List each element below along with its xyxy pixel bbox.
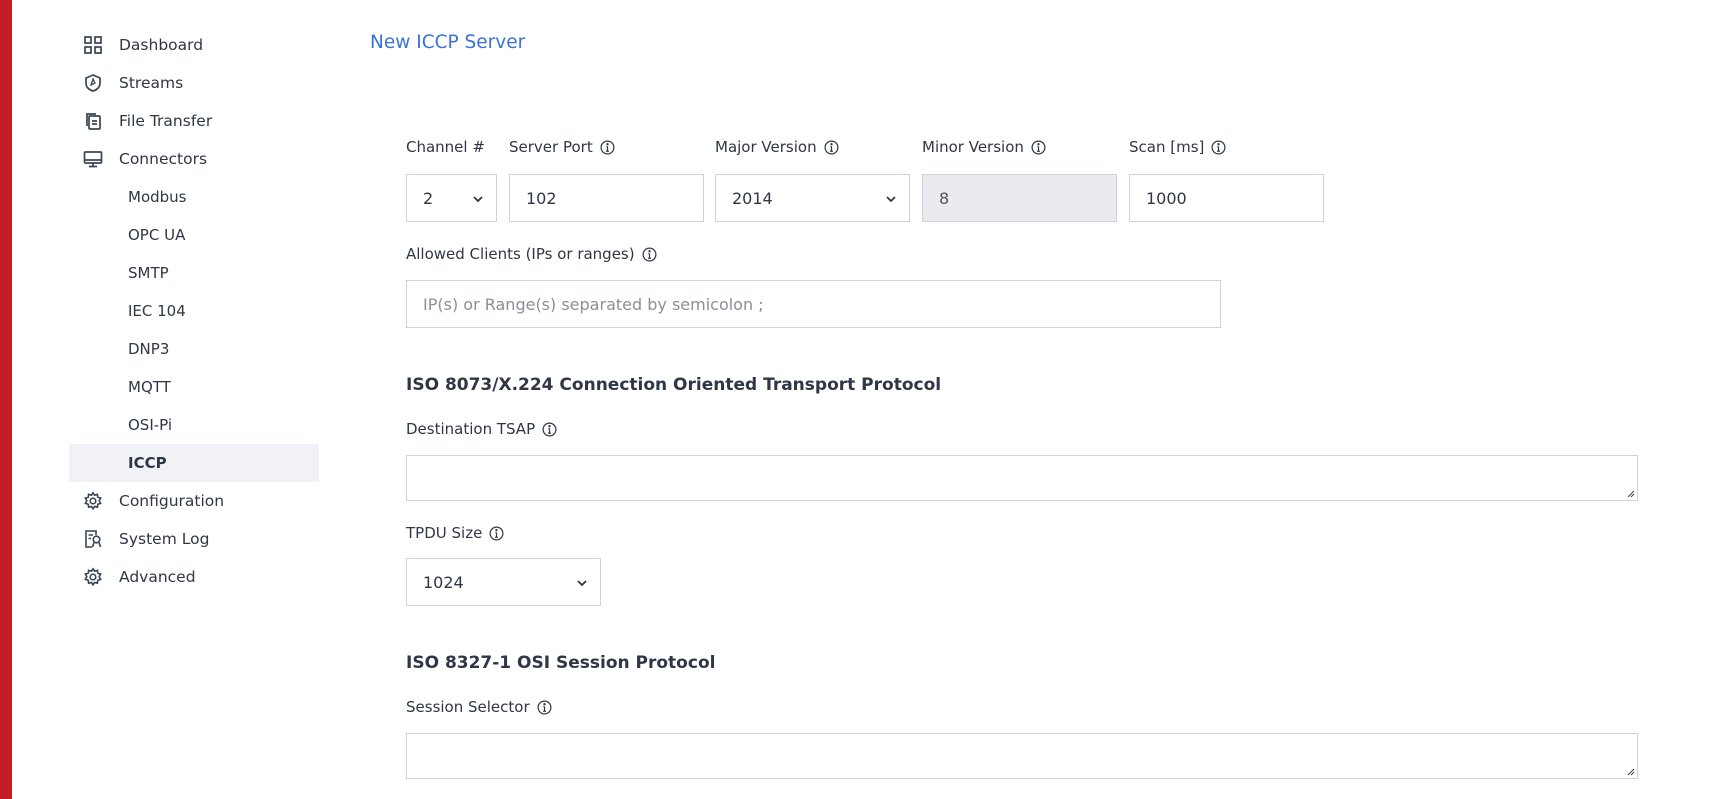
info-icon[interactable] bbox=[1211, 140, 1226, 155]
sidebar-item-dnp3[interactable]: DNP3 bbox=[69, 330, 319, 368]
sidebar-item-label: Connectors bbox=[119, 150, 208, 168]
server-port-label: Server Port bbox=[509, 138, 615, 156]
minor-version-label: Minor Version bbox=[922, 138, 1046, 156]
major-version-label-text: Major Version bbox=[715, 138, 817, 156]
transport-section-heading: ISO 8073/X.224 Connection Oriented Trans… bbox=[406, 375, 942, 395]
sidebar-item-label: Advanced bbox=[119, 568, 196, 586]
channel-label: Channel # bbox=[406, 138, 485, 156]
resize-handle-icon[interactable] bbox=[1625, 766, 1635, 776]
info-icon[interactable] bbox=[1031, 140, 1046, 155]
sidebar-item-label: IEC 104 bbox=[128, 302, 186, 320]
info-icon[interactable] bbox=[542, 422, 557, 437]
sidebar-item-label: Configuration bbox=[119, 492, 225, 510]
sidebar-item-smtp[interactable]: SMTP bbox=[69, 254, 319, 292]
shield-icon bbox=[85, 74, 101, 92]
server-port-value: 102 bbox=[526, 188, 557, 208]
server-port-input[interactable]: 102 bbox=[509, 174, 704, 222]
scan-label: Scan [ms] bbox=[1129, 138, 1226, 156]
info-icon[interactable] bbox=[824, 140, 839, 155]
chevron-down-icon bbox=[473, 196, 483, 203]
dashboard-icon bbox=[84, 36, 102, 54]
sidebar: Dashboard Streams File Transfer Connecto… bbox=[69, 26, 319, 596]
sidebar-item-osi-pi[interactable]: OSI-Pi bbox=[69, 406, 319, 444]
minor-version-input: 8 bbox=[922, 174, 1117, 222]
server-port-label-text: Server Port bbox=[509, 138, 593, 156]
channel-value: 2 bbox=[423, 188, 434, 208]
info-icon[interactable] bbox=[537, 700, 552, 715]
main-content: New ICCP Server Channel # Server Port Ma… bbox=[370, 0, 1710, 799]
major-version-select[interactable]: 2014 bbox=[715, 174, 910, 222]
scan-input[interactable]: 1000 bbox=[1129, 174, 1324, 222]
chevron-down-icon bbox=[886, 196, 896, 203]
brand-bar bbox=[0, 0, 12, 799]
allowed-clients-placeholder: IP(s) or Range(s) separated by semicolon… bbox=[423, 294, 764, 314]
log-icon bbox=[85, 530, 102, 548]
sidebar-item-modbus[interactable]: Modbus bbox=[69, 178, 319, 216]
channel-select[interactable]: 2 bbox=[406, 174, 497, 222]
info-icon[interactable] bbox=[600, 140, 615, 155]
gear-icon bbox=[84, 491, 102, 511]
destination-tsap-label-text: Destination TSAP bbox=[406, 420, 536, 438]
tpdu-size-select[interactable]: 1024 bbox=[406, 558, 601, 606]
scan-label-text: Scan [ms] bbox=[1129, 138, 1205, 156]
info-icon[interactable] bbox=[642, 247, 657, 262]
minor-version-label-text: Minor Version bbox=[922, 138, 1024, 156]
sidebar-item-label: System Log bbox=[119, 530, 210, 548]
sidebar-item-advanced[interactable]: Advanced bbox=[69, 558, 319, 596]
sidebar-item-streams[interactable]: Streams bbox=[69, 64, 319, 102]
destination-tsap-textarea[interactable] bbox=[406, 455, 1638, 501]
allowed-clients-label-text: Allowed Clients (IPs or ranges) bbox=[406, 245, 635, 263]
sidebar-item-label: Streams bbox=[119, 74, 184, 92]
sidebar-item-label: DNP3 bbox=[128, 340, 170, 358]
sidebar-item-dashboard[interactable]: Dashboard bbox=[69, 26, 319, 64]
sidebar-item-mqtt[interactable]: MQTT bbox=[69, 368, 319, 406]
sidebar-item-label: SMTP bbox=[128, 264, 169, 282]
sidebar-item-configuration[interactable]: Configuration bbox=[69, 482, 319, 520]
chevron-down-icon bbox=[577, 580, 587, 587]
sidebar-item-label: OSI-Pi bbox=[128, 416, 173, 434]
tpdu-size-label-text: TPDU Size bbox=[406, 524, 483, 542]
minor-version-value: 8 bbox=[939, 188, 950, 208]
sidebar-item-connectors[interactable]: Connectors bbox=[69, 140, 319, 178]
sidebar-item-system-log[interactable]: System Log bbox=[69, 520, 319, 558]
channel-label-text: Channel # bbox=[406, 138, 485, 156]
tpdu-size-value: 1024 bbox=[423, 572, 464, 592]
info-icon[interactable] bbox=[489, 526, 504, 541]
files-icon bbox=[86, 113, 101, 130]
scan-value: 1000 bbox=[1146, 188, 1187, 208]
sidebar-item-file-transfer[interactable]: File Transfer bbox=[69, 102, 319, 140]
sidebar-item-label: OPC UA bbox=[128, 226, 186, 244]
session-selector-label: Session Selector bbox=[406, 698, 552, 716]
destination-tsap-label: Destination TSAP bbox=[406, 420, 557, 438]
sidebar-item-label: ICCP bbox=[128, 454, 167, 472]
sidebar-item-label: Dashboard bbox=[119, 36, 204, 54]
monitor-icon bbox=[83, 151, 103, 168]
sidebar-item-iec-104[interactable]: IEC 104 bbox=[69, 292, 319, 330]
sidebar-item-iccp[interactable]: ICCP bbox=[69, 444, 319, 482]
sidebar-item-label: Modbus bbox=[128, 188, 187, 206]
gear-icon bbox=[84, 567, 102, 587]
sidebar-item-opc-ua[interactable]: OPC UA bbox=[69, 216, 319, 254]
major-version-value: 2014 bbox=[732, 188, 773, 208]
session-selector-label-text: Session Selector bbox=[406, 698, 530, 716]
session-selector-textarea[interactable] bbox=[406, 733, 1638, 779]
allowed-clients-input[interactable]: IP(s) or Range(s) separated by semicolon… bbox=[406, 280, 1221, 328]
sidebar-item-label: MQTT bbox=[128, 378, 171, 396]
sidebar-item-label: File Transfer bbox=[119, 112, 213, 130]
session-section-heading: ISO 8327-1 OSI Session Protocol bbox=[406, 653, 716, 673]
allowed-clients-label: Allowed Clients (IPs or ranges) bbox=[406, 245, 657, 263]
major-version-label: Major Version bbox=[715, 138, 839, 156]
resize-handle-icon[interactable] bbox=[1625, 488, 1635, 498]
page-title: New ICCP Server bbox=[370, 32, 526, 53]
tpdu-size-label: TPDU Size bbox=[406, 524, 504, 542]
